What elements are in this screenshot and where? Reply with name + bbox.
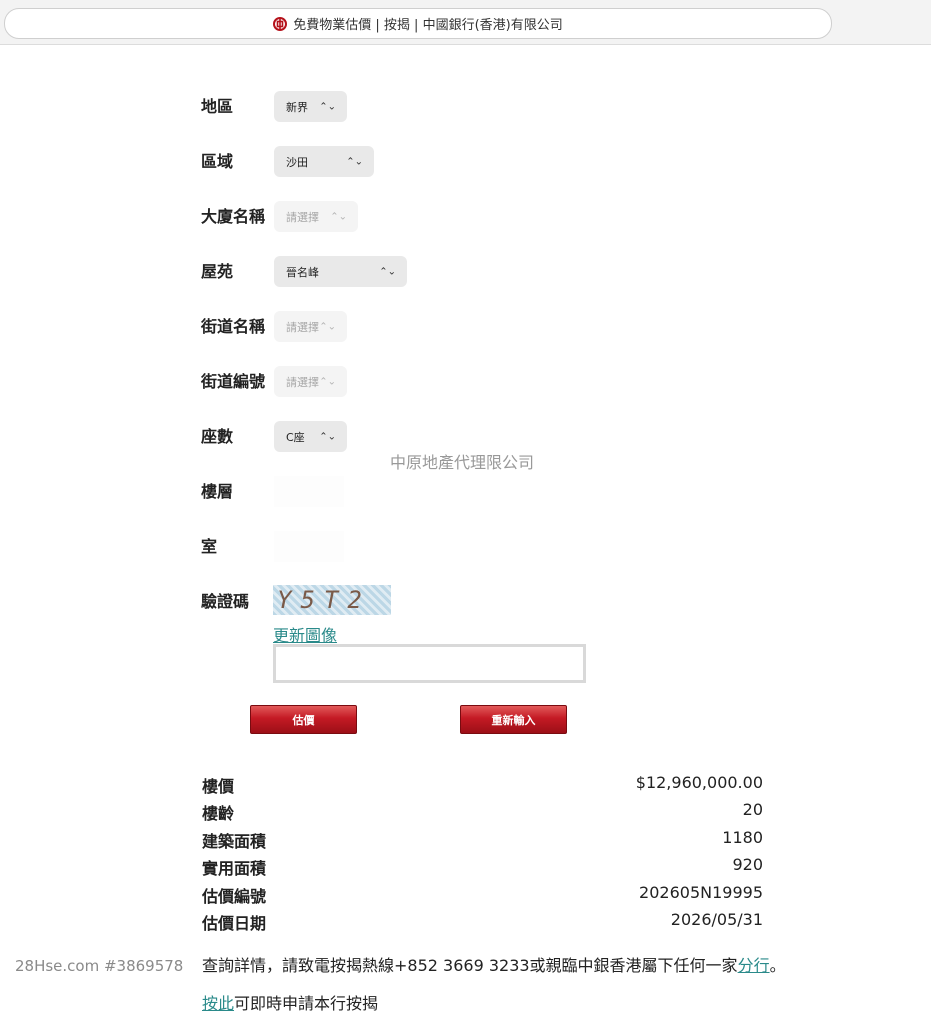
chevron-updown-icon: ⌃⌄: [319, 431, 336, 442]
region-label: 地區: [201, 97, 234, 116]
unit-label: 室: [201, 537, 218, 556]
result-price-value: $12,960,000.00: [635, 773, 763, 792]
region-select[interactable]: 新界 ⌃⌄: [274, 91, 347, 122]
region-select-value: 新界: [286, 100, 308, 114]
district-label: 區域: [201, 152, 234, 171]
district-select-value: 沙田: [286, 155, 308, 169]
boc-logo-icon: [273, 16, 288, 31]
watermark: 中原地產代理限公司: [390, 453, 535, 472]
building-select-placeholder: 請選擇: [286, 210, 319, 224]
inquiry-text: 查詢詳情，請致電按揭熱線+852 3669 3233或親臨中銀香港屬下任何一家分…: [202, 952, 786, 976]
reset-button[interactable]: 重新輸入: [460, 705, 567, 734]
browser-toolbar: 免費物業估價 | 按揭 | 中國銀行(香港)有限公司: [0, 0, 931, 45]
page-title: 免費物業估價 | 按揭 | 中國銀行(香港)有限公司: [293, 18, 563, 33]
chevron-updown-icon: ⌃⌄: [319, 321, 336, 332]
captcha-image: Y5T2: [273, 585, 391, 615]
street-select-placeholder: 請選擇: [286, 320, 319, 334]
street-no-select[interactable]: 請選擇 ⌃⌄: [274, 366, 347, 397]
chevron-updown-icon: ⌃⌄: [346, 156, 363, 167]
refresh-captcha-link[interactable]: 更新圖像: [273, 622, 337, 646]
result-price-label: 樓價: [202, 777, 235, 796]
result-saleable-area-label: 實用面積: [202, 859, 267, 878]
apply-suffix: 可即時申請本行按揭: [234, 994, 379, 1013]
apply-link[interactable]: 按此: [202, 994, 234, 1013]
chevron-updown-icon: ⌃⌄: [319, 101, 336, 112]
floor-label: 樓層: [201, 482, 234, 501]
chevron-updown-icon: ⌃⌄: [330, 211, 347, 222]
block-label: 座數: [201, 427, 234, 446]
chevron-updown-icon: ⌃⌄: [379, 266, 396, 277]
floor-select[interactable]: [274, 476, 344, 507]
branch-link[interactable]: 分行: [738, 956, 770, 975]
site-watermark: 28Hse.com #3869578: [15, 957, 184, 975]
estate-select[interactable]: 晉名峰 ⌃⌄: [274, 256, 407, 287]
building-select[interactable]: 請選擇 ⌃⌄: [274, 201, 358, 232]
chevron-updown-icon: ⌃⌄: [319, 376, 336, 387]
captcha-input[interactable]: [273, 644, 586, 683]
result-saleable-area-value: 920: [732, 855, 763, 874]
estate-select-value: 晉名峰: [286, 265, 319, 279]
valuate-button[interactable]: 估價: [250, 705, 357, 734]
result-age-value: 20: [742, 800, 763, 819]
captcha-label: 驗證碼: [201, 592, 250, 611]
inquiry-prefix: 查詢詳情，請致電按揭熱線+852 3669 3233或親臨中銀香港屬下任何一家: [202, 956, 738, 975]
unit-select[interactable]: [274, 531, 344, 562]
estate-label: 屋苑: [201, 262, 234, 281]
street-label: 街道名稱: [201, 317, 266, 336]
result-age-label: 樓齡: [202, 804, 235, 823]
district-select[interactable]: 沙田 ⌃⌄: [274, 146, 374, 177]
result-gross-area-value: 1180: [722, 828, 763, 847]
street-select[interactable]: 請選擇 ⌃⌄: [274, 311, 347, 342]
address-bar[interactable]: 免費物業估價 | 按揭 | 中國銀行(香港)有限公司: [4, 8, 832, 39]
result-ref-no-value: 202605N19995: [639, 883, 763, 902]
result-ref-no-label: 估價編號: [202, 887, 267, 906]
street-no-label: 街道編號: [201, 372, 266, 391]
inquiry-suffix: 。: [769, 956, 786, 975]
building-label: 大廈名稱: [201, 207, 266, 226]
apply-text: 按此可即時申請本行按揭: [202, 990, 378, 1014]
result-date-value: 2026/05/31: [670, 910, 763, 929]
block-select-value: C座: [286, 430, 305, 444]
street-no-select-placeholder: 請選擇: [286, 375, 319, 389]
result-gross-area-label: 建築面積: [202, 832, 267, 851]
block-select[interactable]: C座 ⌃⌄: [274, 421, 347, 452]
result-date-label: 估價日期: [202, 914, 267, 933]
